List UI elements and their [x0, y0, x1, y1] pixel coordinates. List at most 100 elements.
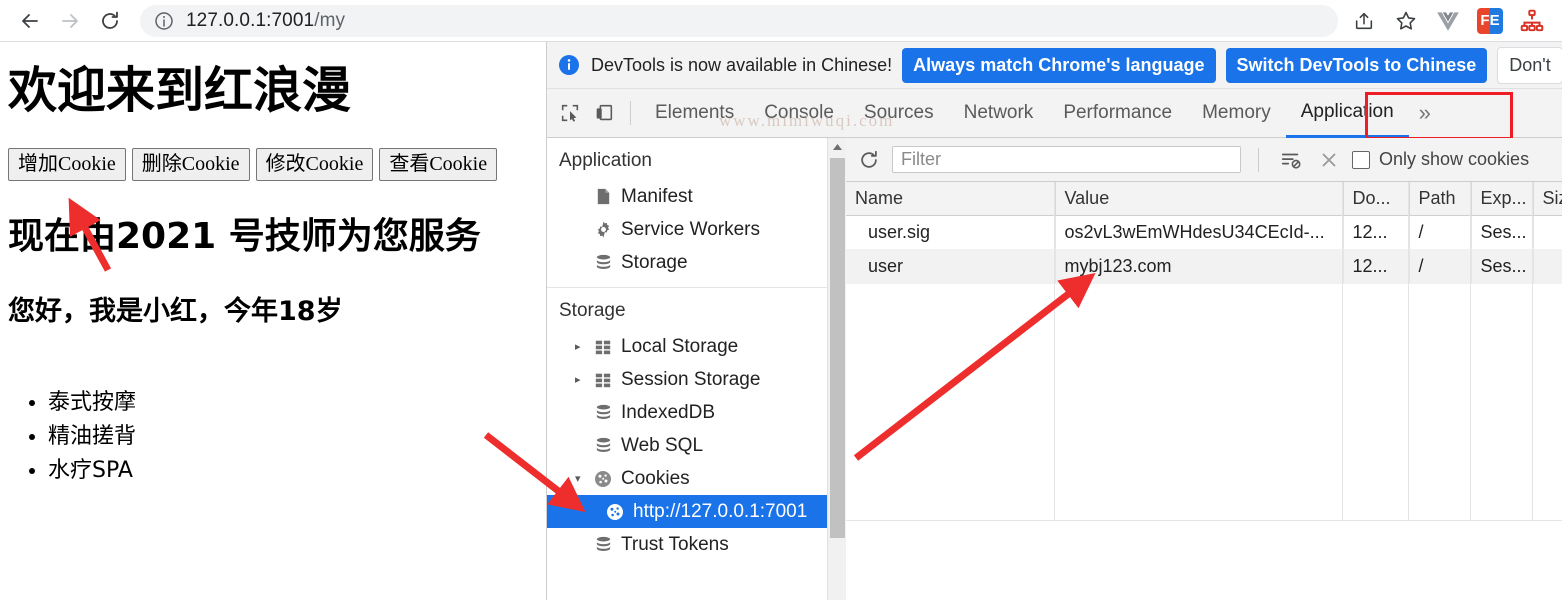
- column-header-domain[interactable]: Do...: [1343, 182, 1410, 216]
- column-header-path[interactable]: Path: [1409, 182, 1472, 216]
- table-icon: [591, 338, 615, 356]
- cookie-name-cell: user: [846, 249, 1056, 284]
- sidebar-scrollbar[interactable]: [827, 138, 846, 600]
- clear-all-cookies-icon[interactable]: [1314, 145, 1344, 175]
- switch-to-chinese-button[interactable]: Switch DevTools to Chinese: [1225, 47, 1488, 83]
- greeting-heading: 您好，我是小红，今年18岁: [8, 295, 343, 327]
- sidebar-item-manifest[interactable]: ▸ Manifest: [547, 180, 846, 213]
- tab-application[interactable]: Application: [1285, 88, 1409, 138]
- sidebar-item-label: Manifest: [621, 185, 693, 207]
- cookies-pane: Filter Only show cookies Name Value Do..…: [846, 138, 1562, 600]
- cookie-icon: [603, 502, 627, 522]
- filter-input[interactable]: Filter: [892, 146, 1241, 173]
- sidebar-item-cookie-origin[interactable]: http://127.0.0.1:7001: [547, 495, 846, 528]
- cookies-table: Name Value Do... Path Exp... Siz user.si…: [846, 182, 1562, 284]
- tab-memory[interactable]: Memory: [1187, 90, 1286, 137]
- column-header-name[interactable]: Name: [846, 182, 1056, 216]
- cookie-expires-cell: Ses...: [1471, 249, 1534, 284]
- devtools-panel: DevTools is now available in Chinese! Al…: [546, 42, 1562, 600]
- column-header-size[interactable]: Siz: [1533, 182, 1562, 216]
- service-list: 泰式按摩 精油搓背 水疗SPA: [8, 386, 538, 487]
- address-bar-text: 127.0.0.1:7001/my: [186, 10, 345, 32]
- device-toolbar-icon[interactable]: [587, 96, 621, 130]
- cookie-domain-cell: 12...: [1343, 249, 1410, 284]
- sidebar-section-application: Application: [559, 150, 652, 171]
- only-show-cookies-checkbox[interactable]: [1352, 150, 1370, 169]
- screenshot-root: 127.0.0.1:7001/my FE 欢迎来到红浪漫 增加Cookie 删除…: [0, 0, 1562, 600]
- sidebar-item-label: Web SQL: [621, 434, 704, 456]
- forward-button[interactable]: [50, 1, 90, 41]
- always-match-language-button[interactable]: Always match Chrome's language: [902, 47, 1216, 83]
- refresh-icon[interactable]: [854, 145, 884, 175]
- cookies-toolbar: Filter Only show cookies: [846, 138, 1562, 182]
- tab-performance[interactable]: Performance: [1048, 90, 1187, 137]
- more-tabs-icon[interactable]: »: [1409, 100, 1441, 126]
- arrow-placeholder: ▸: [575, 256, 589, 269]
- sidebar-item-storage[interactable]: ▸ Storage: [547, 246, 846, 279]
- tab-console[interactable]: Console: [749, 90, 849, 137]
- table-row[interactable]: user mybj123.com 12... / Ses...: [846, 249, 1562, 284]
- inspect-element-icon[interactable]: [553, 96, 587, 130]
- scroll-up-icon[interactable]: [828, 138, 846, 155]
- fe-extension-icon[interactable]: FE: [1470, 1, 1510, 41]
- cookie-domain-cell: 12...: [1343, 215, 1410, 250]
- tab-sources[interactable]: Sources: [849, 90, 949, 137]
- column-header-expires[interactable]: Exp...: [1471, 182, 1534, 216]
- sidebar-item-local-storage[interactable]: ▸ Local Storage: [547, 330, 846, 363]
- sidebar-item-label: http://127.0.0.1:7001: [633, 500, 808, 522]
- cookie-path-cell: /: [1409, 215, 1472, 250]
- sidebar-section-storage: Storage: [559, 300, 626, 321]
- cookie-name-cell: user.sig: [846, 215, 1056, 250]
- chevron-right-icon[interactable]: ▸: [575, 340, 589, 353]
- list-item: 水疗SPA: [48, 454, 538, 487]
- page-title: 欢迎来到红浪漫: [8, 62, 352, 119]
- url-path: /my: [314, 9, 346, 31]
- sidebar-scrollbar-thumb[interactable]: [830, 158, 845, 538]
- only-show-cookies-checkbox-row[interactable]: Only show cookies: [1352, 149, 1529, 170]
- sidebar-item-session-storage[interactable]: ▸ Session Storage: [547, 363, 846, 396]
- cookie-size-cell: [1533, 215, 1562, 250]
- fe-extension-badge: FE: [1477, 7, 1503, 34]
- cookie-path-cell: /: [1409, 249, 1472, 284]
- vue-devtools-icon[interactable]: [1428, 1, 1468, 41]
- edit-cookie-button[interactable]: 修改Cookie: [255, 147, 374, 181]
- back-button[interactable]: [10, 1, 50, 41]
- notice-message: DevTools is now available in Chinese!: [591, 54, 893, 75]
- sidebar-item-service-workers[interactable]: ▸ Service Workers: [547, 213, 846, 246]
- reload-button[interactable]: [90, 1, 130, 41]
- sidebar-item-label: Local Storage: [621, 335, 739, 357]
- address-bar[interactable]: 127.0.0.1:7001/my: [140, 4, 1338, 37]
- delete-cookie-button[interactable]: 删除Cookie: [131, 147, 250, 181]
- site-info-icon[interactable]: [154, 11, 174, 31]
- bookmark-star-icon[interactable]: [1386, 1, 1426, 41]
- cookie-button-row: 增加Cookie 删除Cookie 修改Cookie 查看Cookie: [8, 147, 538, 181]
- database-icon: [591, 436, 615, 455]
- chevron-right-icon[interactable]: ▸: [575, 373, 589, 386]
- application-sidebar: Application ▸ Manifest ▸: [547, 138, 846, 600]
- arrow-placeholder: ▸: [575, 223, 589, 236]
- tab-network[interactable]: Network: [949, 90, 1049, 137]
- devtools-tabstrip: Elements Console Sources Network Perform…: [547, 88, 1562, 140]
- arrow-placeholder: ▸: [575, 538, 589, 551]
- sidebar-item-cookies[interactable]: ▾ Cookies: [547, 462, 846, 495]
- clear-filtered-cookies-icon[interactable]: [1276, 145, 1306, 175]
- add-cookie-button[interactable]: 增加Cookie: [8, 147, 126, 181]
- sidebar-item-web-sql[interactable]: ▸ Web SQL: [547, 429, 846, 462]
- sitemap-extension-icon[interactable]: [1512, 1, 1552, 41]
- list-item: 精油搓背: [48, 420, 538, 453]
- sidebar-item-label: IndexedDB: [621, 401, 716, 423]
- share-icon[interactable]: [1344, 1, 1384, 41]
- database-icon: [591, 403, 615, 422]
- column-header-value[interactable]: Value: [1055, 182, 1344, 216]
- table-row[interactable]: user.sig os2vL3wEmWHdesU34CEcId-... 12..…: [846, 215, 1562, 250]
- sidebar-item-indexeddb[interactable]: ▸ IndexedDB: [547, 396, 846, 429]
- sidebar-item-trust-tokens[interactable]: ▸ Trust Tokens: [547, 528, 846, 561]
- sidebar-item-label: Session Storage: [621, 368, 761, 390]
- chevron-down-icon[interactable]: ▾: [575, 472, 589, 485]
- view-cookie-button[interactable]: 查看Cookie: [379, 147, 498, 181]
- tab-elements[interactable]: Elements: [640, 90, 749, 137]
- gear-icon: [591, 220, 615, 239]
- database-icon: [591, 253, 615, 272]
- cookie-value-cell: os2vL3wEmWHdesU34CEcId-...: [1055, 215, 1344, 250]
- dont-show-again-button[interactable]: Don't: [1497, 46, 1562, 84]
